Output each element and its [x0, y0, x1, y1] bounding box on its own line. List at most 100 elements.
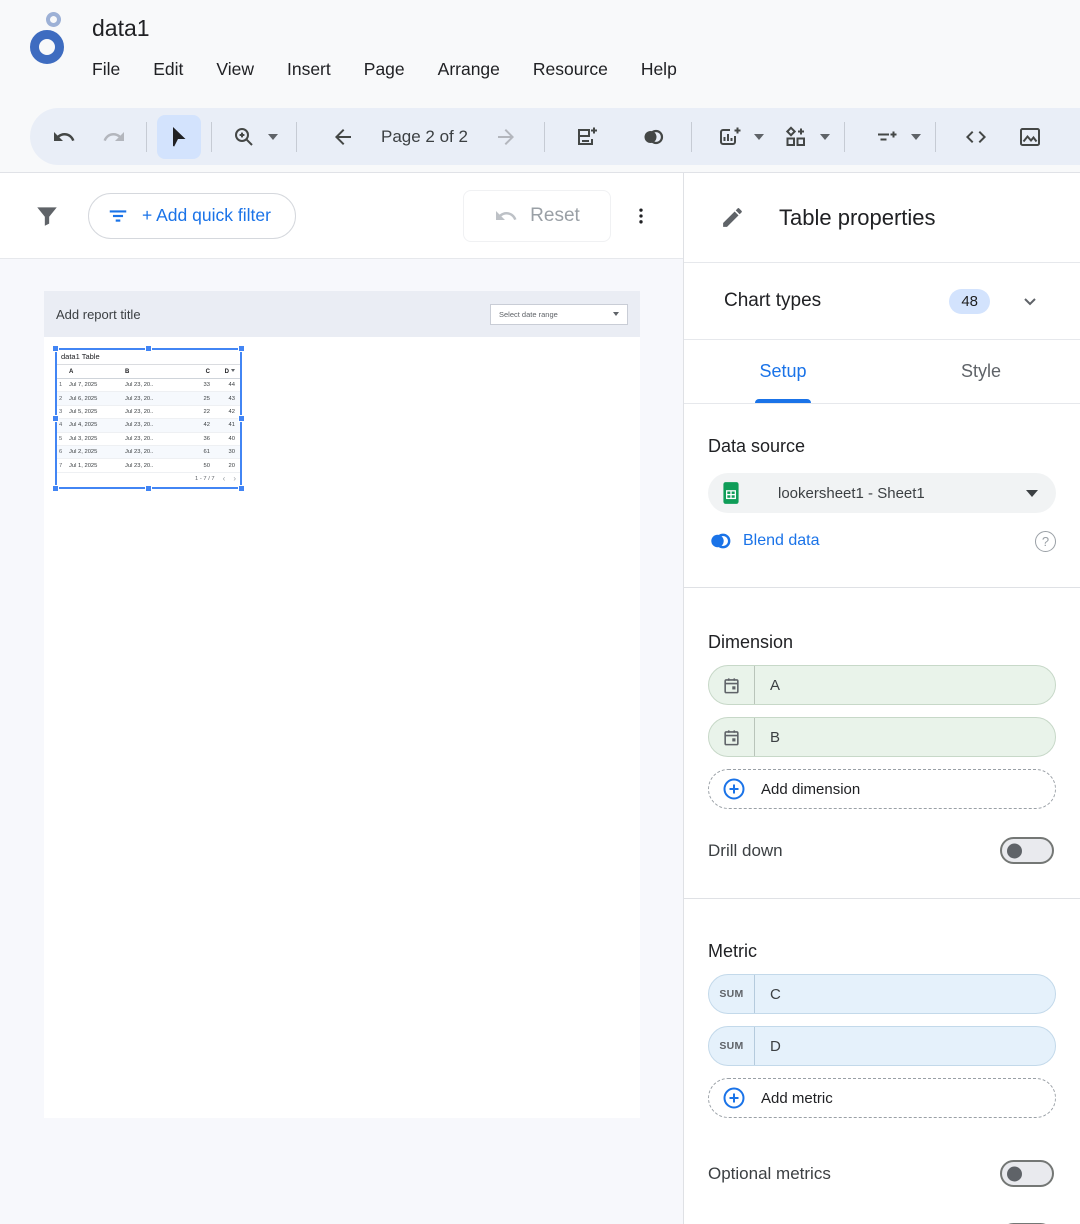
dimension-field-b[interactable]: B	[708, 717, 1056, 757]
calendar-icon	[722, 676, 741, 695]
chevron-down-icon[interactable]	[1018, 289, 1042, 313]
selection-handle[interactable]	[145, 345, 152, 352]
kebab-menu-icon	[631, 206, 651, 226]
image-icon	[1018, 125, 1042, 149]
metric-heading: Metric	[708, 941, 1056, 962]
metric-field-d[interactable]: SUM D	[708, 1026, 1056, 1066]
blend-data-button[interactable]	[631, 115, 675, 159]
add-chart-icon	[718, 125, 742, 149]
menu-page[interactable]: Page	[364, 59, 405, 80]
pagination-prev-icon[interactable]: ‹	[223, 475, 226, 483]
next-page-button[interactable]	[484, 115, 528, 159]
menu-view[interactable]: View	[216, 59, 254, 80]
redo-button[interactable]	[92, 115, 136, 159]
panel-tabs: Setup Style	[684, 340, 1080, 404]
selection-handle[interactable]	[52, 415, 59, 422]
toolbar: Page 2 of 2	[30, 108, 1080, 165]
plus-circle-icon	[722, 777, 746, 801]
selection-handle[interactable]	[238, 485, 245, 492]
add-page-button[interactable]	[565, 115, 609, 159]
panel-body: Data source lookersheet1 - Sheet1 Blend …	[684, 404, 1080, 1224]
data-source-selector[interactable]: lookersheet1 - Sheet1	[708, 473, 1056, 513]
col-header-d[interactable]: D	[215, 369, 240, 375]
undo-button[interactable]	[42, 115, 86, 159]
col-header-a[interactable]: A	[69, 369, 125, 375]
date-range-control[interactable]: Select date range	[490, 304, 628, 325]
zoom-control[interactable]	[222, 115, 278, 159]
add-chart-button[interactable]	[708, 115, 752, 159]
toolbar-divider	[146, 122, 147, 152]
menu-help[interactable]: Help	[641, 59, 677, 80]
metric-field-c[interactable]: SUM C	[708, 974, 1056, 1014]
menu-insert[interactable]: Insert	[287, 59, 331, 80]
selection-handle[interactable]	[238, 415, 245, 422]
calendar-icon	[722, 728, 741, 747]
add-filter-button[interactable]	[865, 115, 909, 159]
report-title-placeholder[interactable]: Add report title	[56, 307, 141, 322]
menu-file[interactable]: File	[92, 59, 120, 80]
add-page-icon	[575, 125, 599, 149]
data-source-name: lookersheet1 - Sheet1	[778, 485, 1026, 502]
optional-metrics-toggle[interactable]	[1000, 1160, 1054, 1187]
add-control-caret-icon	[820, 134, 830, 140]
zoom-button[interactable]	[222, 115, 266, 159]
report-page[interactable]: Add report title Select date range	[44, 291, 640, 1118]
drill-down-toggle[interactable]	[1000, 837, 1054, 864]
aggregation-label: SUM	[719, 1040, 743, 1052]
selection-handle[interactable]	[52, 485, 59, 492]
col-header-b[interactable]: B	[125, 369, 181, 375]
add-filter-control[interactable]	[865, 115, 921, 159]
chart-types-row[interactable]: Chart types 48	[684, 263, 1080, 340]
add-control-button[interactable]	[774, 115, 818, 159]
aggregation-chip[interactable]: SUM	[709, 1027, 755, 1065]
dimension-heading: Dimension	[708, 632, 1056, 653]
panel-header: Table properties	[684, 173, 1080, 263]
more-options-button[interactable]	[621, 196, 661, 236]
app-header: data1 File Edit View Insert Page Arrange…	[0, 0, 1080, 100]
previous-page-button[interactable]	[321, 115, 365, 159]
plus-circle-icon	[722, 1086, 746, 1110]
add-metric-button[interactable]: Add metric	[708, 1078, 1056, 1118]
add-chart-control[interactable]	[708, 115, 764, 159]
logo-big-ring	[30, 30, 64, 64]
report-name[interactable]: data1	[92, 15, 150, 42]
section-divider	[684, 898, 1080, 899]
tab-setup[interactable]: Setup	[684, 340, 882, 403]
menu-edit[interactable]: Edit	[153, 59, 183, 80]
blend-data-link[interactable]: Blend data	[743, 532, 1024, 550]
menu-arrange[interactable]: Arrange	[438, 59, 500, 80]
table-pagination: 1 - 7 / 7 ‹ ›	[57, 473, 240, 486]
redo-icon	[102, 125, 126, 149]
sort-caret-icon	[231, 369, 235, 372]
add-control-control[interactable]	[774, 115, 830, 159]
looker-studio-logo-icon[interactable]	[24, 10, 78, 66]
report-canvas[interactable]: Add report title Select date range	[0, 259, 683, 1224]
add-dimension-button[interactable]: Add dimension	[708, 769, 1056, 809]
select-tool-button[interactable]	[157, 115, 201, 159]
selection-handle[interactable]	[145, 485, 152, 492]
data-source-heading: Data source	[708, 436, 1056, 457]
reset-button[interactable]: Reset	[463, 190, 611, 242]
table-widget[interactable]: data1 Table A B C D 1 Jul 7, 2025 Jul 23…	[55, 348, 242, 489]
reset-label: Reset	[530, 205, 580, 227]
pagination-next-icon[interactable]: ›	[233, 475, 236, 483]
tab-style[interactable]: Style	[882, 340, 1080, 403]
add-metric-label: Add metric	[761, 1090, 833, 1107]
pencil-icon	[720, 205, 745, 230]
embed-code-button[interactable]	[954, 115, 998, 159]
col-header-c[interactable]: C	[181, 369, 215, 375]
add-quick-filter-button[interactable]: + Add quick filter	[88, 193, 296, 239]
selection-handle[interactable]	[52, 345, 59, 352]
date-range-label: Select date range	[499, 310, 613, 319]
menu-resource[interactable]: Resource	[533, 59, 608, 80]
add-image-button[interactable]	[1008, 115, 1052, 159]
page-indicator[interactable]: Page 2 of 2	[365, 127, 484, 147]
selection-handle[interactable]	[238, 345, 245, 352]
aggregation-chip[interactable]: SUM	[709, 975, 755, 1013]
help-icon[interactable]: ?	[1035, 531, 1056, 552]
toggle-knob	[1007, 843, 1022, 858]
date-type-chip	[709, 666, 755, 704]
pagination-range: 1 - 7 / 7	[195, 476, 215, 482]
dimension-field-a[interactable]: A	[708, 665, 1056, 705]
toolbar-divider	[935, 122, 936, 152]
